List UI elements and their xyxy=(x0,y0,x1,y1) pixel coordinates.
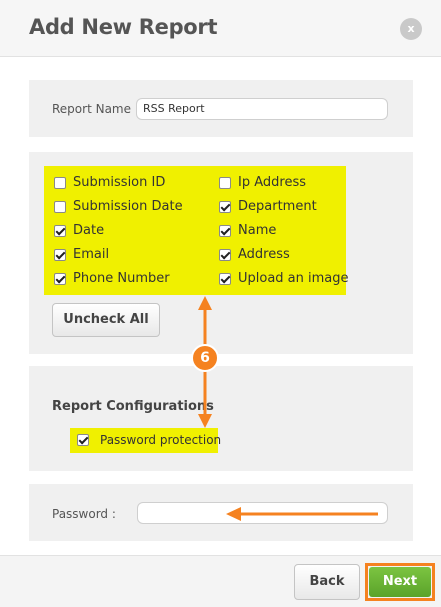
step-number-badge: 6 xyxy=(191,344,219,372)
annotation-arrows xyxy=(198,296,378,521)
